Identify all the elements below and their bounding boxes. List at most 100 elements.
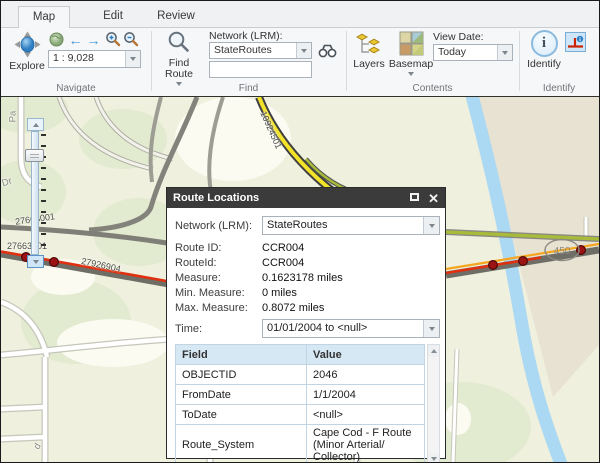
- group-separator: [346, 31, 347, 91]
- zoom-slider-down-button[interactable]: [27, 255, 44, 268]
- map-scale-combobox[interactable]: 1 : 9,028: [48, 50, 141, 68]
- street-label-top: Pa: [7, 111, 18, 123]
- find-route-magnifier-icon: [167, 30, 191, 57]
- dialog-close-button[interactable]: ✕: [428, 193, 439, 204]
- attribute-table-wrap: Field Value OBJECTID 2046 FromDate 1/1/2…: [175, 344, 440, 462]
- back-arrow-icon: ←: [69, 33, 83, 47]
- forward-arrow-icon: →: [87, 33, 101, 47]
- chevron-down-icon: [429, 327, 435, 331]
- ribbon: Explore ← →: [1, 28, 599, 96]
- dialog-network-dropdown-button[interactable]: [423, 217, 439, 234]
- chevron-down-icon: [130, 57, 136, 61]
- time-value: 01/01/2004 to <null>: [263, 320, 423, 337]
- dialog-title: Route Locations: [173, 192, 259, 204]
- network-lrm-label: Network (LRM):: [209, 30, 283, 42]
- field-cell: OBJECTID: [176, 365, 307, 385]
- measure-value: 0.1623178 miles: [262, 272, 343, 284]
- dialog-body: Network (LRM): StateRoutes Route ID:CCR0…: [167, 208, 445, 462]
- map-scale-dropdown-button[interactable]: [125, 51, 140, 67]
- network-lrm-dropdown-button[interactable]: [296, 43, 311, 58]
- map-scale-value: 1 : 9,028: [49, 51, 125, 67]
- network-lrm-combobox[interactable]: StateRoutes: [209, 42, 312, 59]
- group-separator: [519, 31, 520, 91]
- group-label-find: Find: [151, 83, 346, 94]
- identify-route-locations-tool-button[interactable]: [565, 32, 586, 52]
- view-date-label: View Date:: [433, 31, 484, 43]
- globe-icon: [49, 32, 64, 47]
- tab-review[interactable]: Review: [147, 6, 205, 28]
- table-scrollbar[interactable]: [427, 344, 440, 462]
- identify-label: Identify: [527, 59, 561, 70]
- value-cell: 2046: [307, 365, 425, 385]
- explore-icon: [14, 31, 41, 61]
- zoom-in-icon: [105, 31, 121, 47]
- dialog-network-combobox[interactable]: StateRoutes: [262, 216, 440, 235]
- basemap-label: Basemap: [389, 59, 433, 70]
- time-combobox[interactable]: 01/01/2004 to <null>: [262, 319, 440, 338]
- group-label-contents: Contents: [346, 83, 519, 94]
- table-row: FromDate 1/1/2004: [176, 385, 425, 405]
- tab-edit[interactable]: Edit: [87, 6, 139, 28]
- chevron-down-icon: [431, 457, 437, 461]
- table-row: ToDate <null>: [176, 405, 425, 425]
- scrollbar-down-button[interactable]: [428, 453, 439, 462]
- find-route-button[interactable]: Find Route: [157, 30, 201, 86]
- fixed-zoom-in-button[interactable]: [104, 30, 121, 47]
- identify-button[interactable]: i Identify: [525, 30, 563, 70]
- route-shield-number: 450: [554, 246, 571, 257]
- value-column-header: Value: [307, 345, 425, 365]
- scrollbar-track[interactable]: [428, 357, 439, 453]
- value-cell: Cape Cod - F Route (Minor Arterial/ Coll…: [307, 425, 425, 463]
- route-id-value: CCR004: [262, 242, 304, 254]
- fixed-zoom-out-button[interactable]: [122, 30, 139, 47]
- field-cell: FromDate: [176, 385, 307, 405]
- dialog-network-value: StateRoutes: [263, 217, 423, 234]
- find-route-input[interactable]: [209, 61, 312, 78]
- tab-map[interactable]: Map: [18, 6, 70, 29]
- locate-binoculars-button[interactable]: [317, 42, 337, 59]
- view-date-dropdown-button[interactable]: [497, 45, 512, 60]
- zoom-slider-up-button[interactable]: [27, 118, 44, 131]
- table-header-row: Field Value: [176, 345, 425, 365]
- view-date-combobox[interactable]: Today: [433, 44, 513, 61]
- route-id-label: Route ID:: [175, 242, 262, 254]
- chevron-down-icon: [301, 49, 307, 53]
- basemap-button[interactable]: Basemap: [389, 31, 433, 76]
- view-date-value: Today: [434, 45, 497, 60]
- group-label-identify: Identify: [519, 83, 599, 94]
- route-locations-dialog: Route Locations ✕ Network (LRM): StateRo…: [166, 187, 446, 459]
- routeid-label: RouteId:: [175, 257, 262, 269]
- layers-icon: [356, 31, 382, 59]
- layers-button[interactable]: Layers: [350, 31, 388, 70]
- previous-extent-button[interactable]: ←: [67, 31, 84, 48]
- field-cell: Route_System: [176, 425, 307, 463]
- chevron-down-icon: [502, 51, 508, 55]
- value-cell: 1/1/2004: [307, 385, 425, 405]
- field-column-header: Field: [176, 345, 307, 365]
- zoom-slider-handle[interactable]: [25, 149, 44, 162]
- binoculars-icon: [318, 43, 337, 58]
- ribbon-tabbar: Map Edit Review: [1, 1, 599, 28]
- map-canvas[interactable]: 450 Pa Dr 27663001 27663101 27926904 109…: [1, 96, 599, 462]
- value-cell: <null>: [307, 405, 425, 425]
- zoom-out-icon: [123, 31, 139, 47]
- min-measure-value: 0 miles: [262, 287, 297, 299]
- max-measure-value: 0.8072 miles: [262, 302, 324, 314]
- explore-button[interactable]: Explore: [6, 31, 48, 72]
- next-extent-button[interactable]: →: [85, 31, 102, 48]
- max-measure-label: Max. Measure:: [175, 302, 262, 314]
- chevron-down-icon: [33, 260, 39, 264]
- full-extent-globe-button[interactable]: [48, 31, 65, 48]
- scrollbar-up-button[interactable]: [428, 345, 439, 357]
- close-icon: ✕: [428, 191, 439, 206]
- routeid-value: CCR004: [262, 257, 304, 269]
- dialog-maximize-button[interactable]: [410, 193, 419, 204]
- maximize-icon: [410, 193, 419, 201]
- field-cell: ToDate: [176, 405, 307, 425]
- table-row: Route_System Cape Cod - F Route (Minor A…: [176, 425, 425, 463]
- time-dropdown-button[interactable]: [423, 320, 439, 337]
- chevron-down-icon: [408, 72, 414, 76]
- chevron-down-icon: [429, 224, 435, 228]
- attribute-table: Field Value OBJECTID 2046 FromDate 1/1/2…: [175, 344, 425, 462]
- dialog-titlebar[interactable]: Route Locations ✕: [167, 188, 445, 208]
